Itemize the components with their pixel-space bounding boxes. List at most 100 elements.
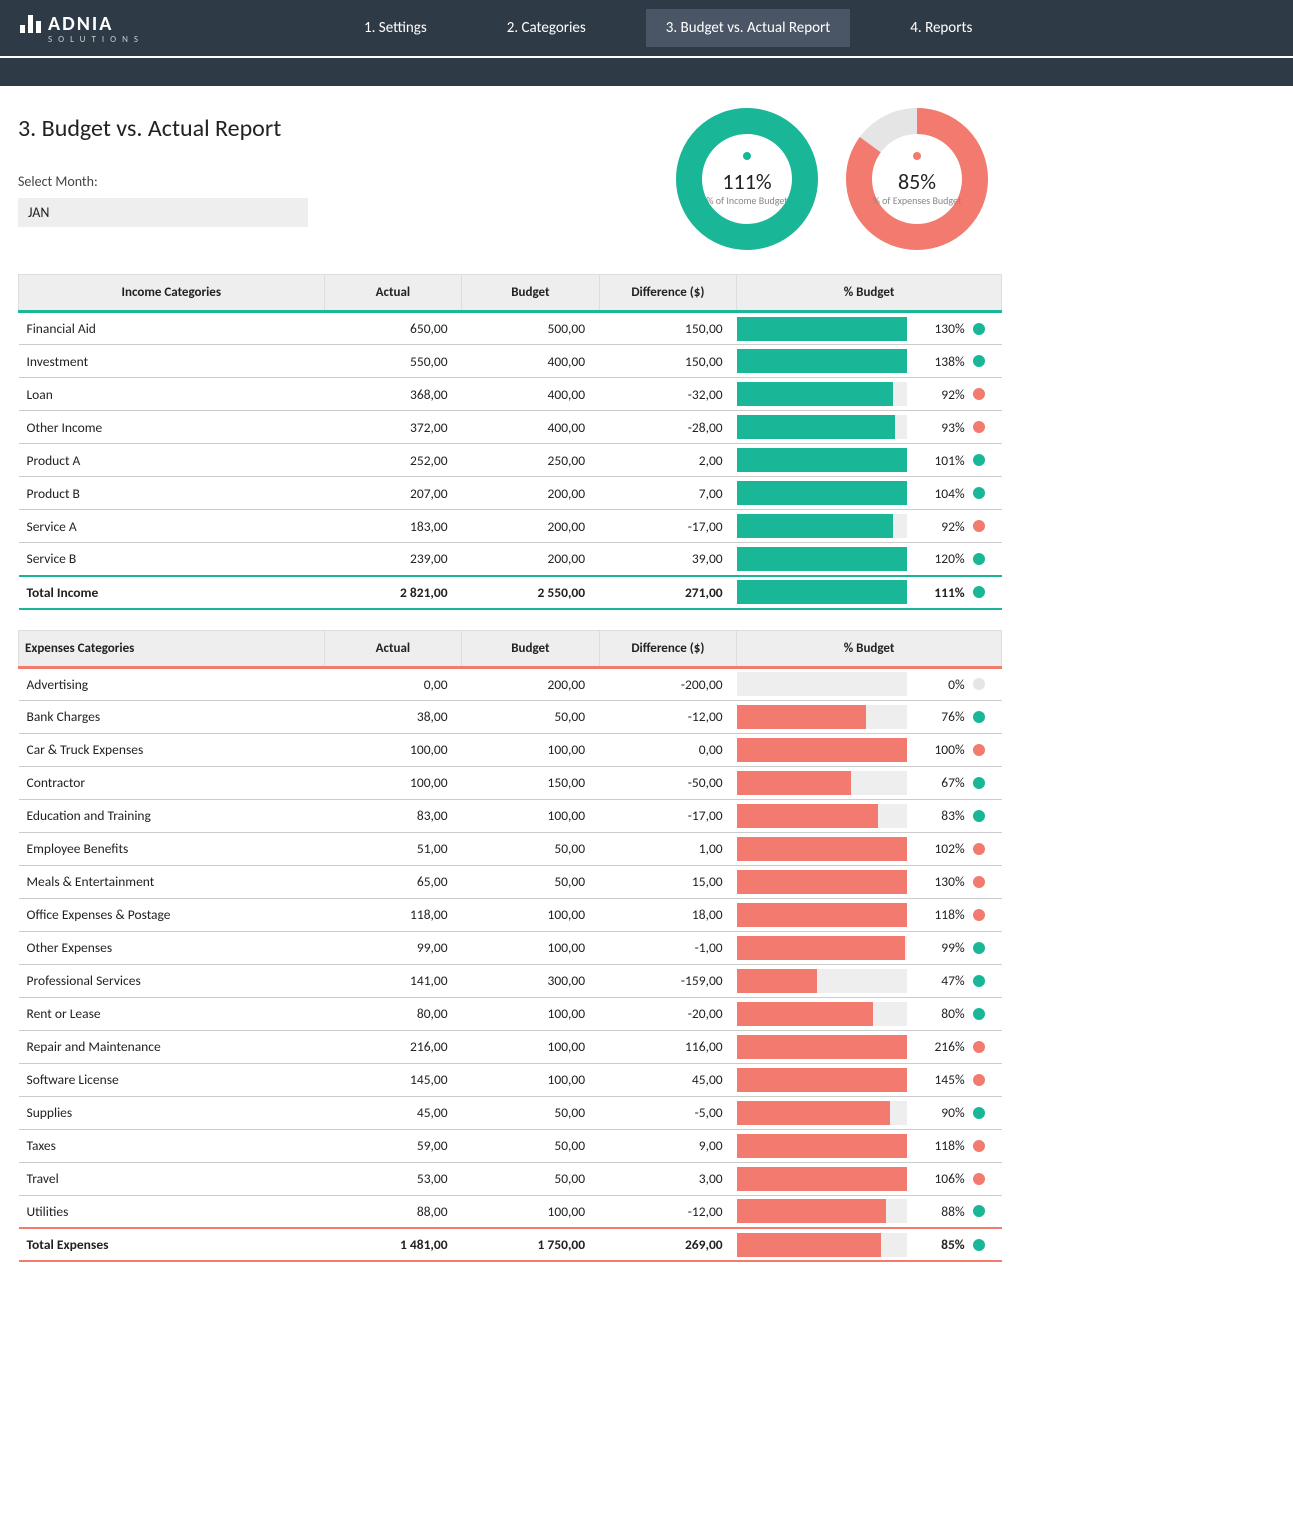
pct-bar-track — [737, 481, 907, 505]
cell-diff: 3,00 — [599, 1162, 737, 1195]
cell-category: Bank Charges — [19, 700, 325, 733]
table-row: Professional Services141,00300,00-159,00… — [19, 964, 1002, 997]
cell-diff: 116,00 — [599, 1030, 737, 1063]
cell-pct-budget: 130% — [737, 312, 1002, 345]
table-row: Total Expenses1 481,001 750,00269,0085% — [19, 1228, 1002, 1261]
pct-bar-track — [737, 1233, 907, 1257]
status-dot-icon — [973, 421, 985, 433]
table-row: Car & Truck Expenses100,00100,000,00100% — [19, 733, 1002, 766]
status-dot-icon — [973, 1239, 985, 1251]
nav-tab-2[interactable]: 3. Budget vs. Actual Report — [646, 9, 851, 47]
status-dot-icon — [973, 777, 985, 789]
cell-actual: 650,00 — [324, 312, 462, 345]
cell-diff: -5,00 — [599, 1096, 737, 1129]
cell-category: Advertising — [19, 667, 325, 700]
cell-category: Product B — [19, 477, 325, 510]
status-dot-icon — [973, 909, 985, 921]
expense-table: Expenses Categories Actual Budget Differ… — [18, 630, 1002, 1263]
pct-bar-track — [737, 1101, 907, 1125]
kpi-expense-label: % of Expenses Budget — [873, 195, 962, 207]
pct-bar-track — [737, 1199, 907, 1223]
pct-bar-track — [737, 317, 907, 341]
status-dot-icon — [973, 454, 985, 466]
table-row: Advertising0,00200,00-200,000% — [19, 667, 1002, 700]
cell-diff: -17,00 — [599, 510, 737, 543]
pct-text: 67% — [915, 774, 965, 791]
cell-budget: 400,00 — [462, 345, 600, 378]
status-dot-icon — [973, 744, 985, 756]
nav-tab-3[interactable]: 4. Reports — [890, 9, 992, 47]
status-dot-icon — [973, 1107, 985, 1119]
status-dot-icon — [973, 876, 985, 888]
kpi-income-label: % of Income Budget — [706, 195, 787, 207]
cell-pct-budget: 111% — [737, 576, 1002, 609]
income-hdr-diff: Difference ($) — [599, 275, 737, 312]
cell-diff: -20,00 — [599, 997, 737, 1030]
cell-budget: 50,00 — [462, 865, 600, 898]
cell-pct-budget: 104% — [737, 477, 1002, 510]
nav-tab-0[interactable]: 1. Settings — [344, 9, 447, 47]
brand-subtitle: SOLUTIONS — [20, 34, 144, 45]
income-hdr-pct: % Budget — [737, 275, 1002, 312]
cell-budget: 100,00 — [462, 898, 600, 931]
pct-bar-fill — [737, 547, 907, 571]
cell-category: Total Expenses — [19, 1228, 325, 1261]
cell-pct-budget: 216% — [737, 1030, 1002, 1063]
table-row: Employee Benefits51,0050,001,00102% — [19, 832, 1002, 865]
cell-budget: 400,00 — [462, 378, 600, 411]
pct-bar-fill — [737, 1233, 882, 1257]
pct-text: 85% — [915, 1236, 965, 1253]
pct-bar-track — [737, 1002, 907, 1026]
cell-category: Other Expenses — [19, 931, 325, 964]
table-row: Meals & Entertainment65,0050,0015,00130% — [19, 865, 1002, 898]
cell-diff: 150,00 — [599, 345, 737, 378]
status-dot-icon — [973, 678, 985, 690]
pct-bar-track — [737, 936, 907, 960]
pct-bar-track — [737, 580, 907, 604]
cell-actual: 145,00 — [324, 1063, 462, 1096]
pct-bar-track — [737, 1035, 907, 1059]
pct-bar-track — [737, 672, 907, 696]
kpi-expense-pct: 85% — [873, 168, 962, 195]
cell-diff: 45,00 — [599, 1063, 737, 1096]
cell-diff: -1,00 — [599, 931, 737, 964]
cell-pct-budget: 120% — [737, 543, 1002, 576]
cell-actual: 59,00 — [324, 1129, 462, 1162]
table-row: Product A252,00250,002,00101% — [19, 444, 1002, 477]
pct-bar-track — [737, 1068, 907, 1092]
cell-diff: 15,00 — [599, 865, 737, 898]
pct-bar-fill — [737, 481, 907, 505]
cell-category: Office Expenses & Postage — [19, 898, 325, 931]
cell-pct-budget: 47% — [737, 964, 1002, 997]
cell-budget: 200,00 — [462, 667, 600, 700]
pct-bar-fill — [737, 1101, 890, 1125]
cell-budget: 100,00 — [462, 997, 600, 1030]
cell-budget: 500,00 — [462, 312, 600, 345]
table-row: Service B239,00200,0039,00120% — [19, 543, 1002, 576]
pct-bar-track — [737, 837, 907, 861]
pct-bar-track — [737, 705, 907, 729]
expense-hdr-cat: Expenses Categories — [19, 630, 325, 667]
table-row: Education and Training83,00100,00-17,008… — [19, 799, 1002, 832]
cell-diff: 2,00 — [599, 444, 737, 477]
cell-actual: 368,00 — [324, 378, 462, 411]
cell-budget: 300,00 — [462, 964, 600, 997]
cell-actual: 372,00 — [324, 411, 462, 444]
pct-bar-fill — [737, 1035, 907, 1059]
nav-tab-1[interactable]: 2. Categories — [487, 9, 606, 47]
cell-category: Employee Benefits — [19, 832, 325, 865]
cell-budget: 50,00 — [462, 1096, 600, 1129]
cell-pct-budget: 130% — [737, 865, 1002, 898]
cell-pct-budget: 99% — [737, 931, 1002, 964]
status-dot-icon — [973, 942, 985, 954]
cell-actual: 239,00 — [324, 543, 462, 576]
cell-pct-budget: 80% — [737, 997, 1002, 1030]
status-dot-icon — [973, 487, 985, 499]
month-select[interactable]: JAN — [18, 198, 308, 227]
pct-bar-track — [737, 415, 907, 439]
pct-text: 120% — [915, 550, 965, 567]
income-hdr-cat: Income Categories — [19, 275, 325, 312]
pct-bar-fill — [737, 936, 905, 960]
cell-pct-budget: 93% — [737, 411, 1002, 444]
kpi-income-pct: 111% — [706, 168, 787, 195]
